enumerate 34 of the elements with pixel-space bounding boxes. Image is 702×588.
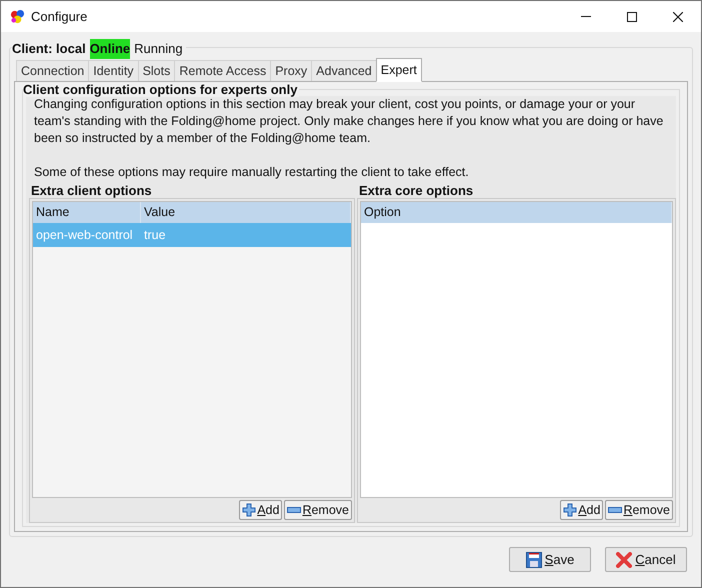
plus-icon (242, 503, 256, 517)
table-cell-text: open-web-control (35, 226, 134, 244)
remove-button[interactable]: Remove (605, 500, 673, 520)
client-state: Running (134, 40, 183, 58)
maximize-icon (627, 12, 637, 22)
minus-icon (287, 507, 302, 513)
group-title: Extra core options (358, 183, 474, 198)
cancel-x-icon (616, 552, 632, 568)
tab[interactable]: Expert (376, 58, 422, 82)
save-button[interactable]: Save (509, 547, 591, 572)
restart-note: Some of these options may require manually restarting the client to take effect. (33, 164, 470, 181)
add-button[interactable]: Add (239, 500, 282, 520)
cancel-button[interactable]: Cancel (605, 547, 687, 572)
remove-button[interactable]: Remove (284, 500, 352, 520)
tab[interactable]: Proxy (270, 60, 312, 82)
table-cell-text: true (143, 226, 167, 244)
section-title: Client configuration options for experts only (23, 82, 300, 97)
app-logo-icon (10, 9, 25, 24)
tab[interactable]: Remote Access (174, 60, 272, 82)
connection-status: Online (90, 39, 130, 58)
group-title: Extra client options (30, 183, 153, 198)
tab[interactable]: Slots (138, 60, 176, 82)
client-label: Client: local (12, 40, 86, 58)
column-header[interactable]: Option (361, 202, 672, 223)
add-button[interactable]: Add (560, 500, 604, 520)
tab[interactable]: Advanced (311, 60, 377, 82)
warning-text: Changing configuration options in this section may break your client, cost you points, or damage your or your team's standing with the Folding@home project. Only make changes here if you know what you are doing or have been so instructed by a member of the Folding@home team. (33, 97, 664, 147)
tab[interactable]: Connection (16, 60, 90, 82)
window-title: Configure (31, 8, 88, 26)
tab[interactable]: Identity (88, 60, 139, 82)
plus-icon (563, 503, 578, 517)
minus-icon (608, 507, 622, 513)
minimize-icon (581, 16, 591, 17)
close-icon (673, 12, 683, 22)
